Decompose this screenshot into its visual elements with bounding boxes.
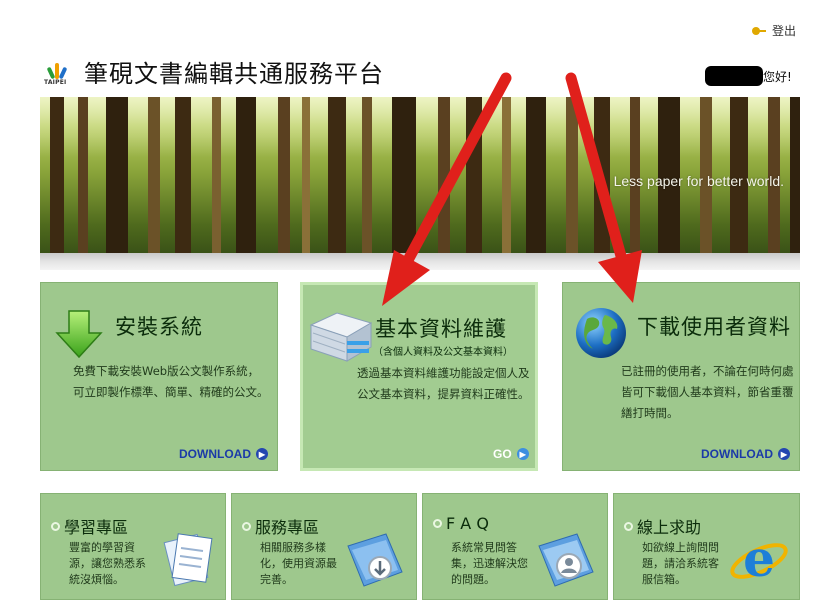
- site-title: 筆硯文書編輯共通服務平台: [84, 60, 384, 88]
- link-label: GO: [493, 447, 512, 461]
- install-download-link[interactable]: DOWNLOAD ▶: [179, 447, 268, 461]
- download-user-data-card[interactable]: 下載使用者資料 已註冊的使用者，不論在何時何處皆可下載個人基本資料，節省重覆繕打…: [562, 282, 800, 471]
- section-description: 系統常見問答集，迅速解決您的問題。: [451, 541, 528, 586]
- section-description: 豐富的學習資源，讓您熟悉系統沒煩惱。: [69, 541, 146, 586]
- globe-icon: [576, 308, 626, 358]
- card-description: 透過基本資料維護功能設定個人及公文基本資料，提昇資料正確性。: [357, 366, 530, 401]
- learning-zone-section[interactable]: 學習專區 豐富的學習資源，讓您熟悉系統沒煩惱。: [40, 493, 226, 600]
- greeting-suffix: 您好!: [763, 69, 792, 84]
- card-subtitle: （含個人資料及公文基本資料）: [373, 347, 513, 358]
- redacted-username: [705, 66, 763, 86]
- card-description: 免費下載安裝Web版公文製作系統，可立即製作標準、簡單、精確的公文。: [73, 364, 269, 399]
- logo-text: TAIPEI: [44, 79, 67, 86]
- user-greeting: 您好!: [705, 66, 792, 86]
- ie-browser-icon: e: [730, 530, 788, 588]
- section-title: F A Q: [433, 514, 489, 533]
- link-label: DOWNLOAD: [701, 447, 773, 461]
- section-description: 如欲線上詢問問題，請洽系統客服信箱。: [642, 541, 719, 586]
- section-description: 相關服務多樣化，使用資源最完善。: [260, 541, 337, 586]
- download-folder-icon: [347, 533, 403, 587]
- bullet-icon: [242, 521, 251, 531]
- down-arrow-icon: [55, 310, 103, 359]
- service-zone-section[interactable]: 服務專區 相關服務多樣化，使用資源最完善。: [231, 493, 417, 600]
- help-user-icon: [538, 533, 594, 587]
- logout-label: 登出: [772, 24, 797, 38]
- basic-data-card[interactable]: 基本資料維護 （含個人資料及公文基本資料） 透過基本資料維護功能設定個人及公文基…: [300, 282, 538, 471]
- banner-divider: [40, 253, 800, 270]
- section-title: 線上求助: [624, 514, 701, 538]
- svg-text:e: e: [743, 530, 775, 588]
- section-title-text: 服務專區: [255, 518, 320, 537]
- section-title-text: F A Q: [446, 514, 489, 533]
- bullet-icon: [624, 521, 633, 531]
- bullet-icon: [51, 521, 60, 531]
- taipei-logo: TAIPEI: [44, 58, 72, 86]
- section-title: 學習專區: [51, 514, 128, 538]
- arrow-right-icon: ▶: [516, 448, 529, 460]
- key-icon: [752, 26, 766, 35]
- file-stack-icon: [309, 312, 373, 362]
- card-title: 下載使用者資料: [637, 315, 791, 339]
- arrow-right-icon: ▶: [778, 448, 790, 460]
- card-title: 安裝系統: [115, 315, 203, 339]
- forest-banner: Less paper for better world.: [40, 97, 800, 253]
- document-icon: [163, 533, 213, 587]
- online-help-section[interactable]: 線上求助 如欲線上詢問問題，請洽系統客服信箱。 e: [613, 493, 800, 600]
- card-title: 基本資料維護: [375, 317, 507, 341]
- user-data-download-link[interactable]: DOWNLOAD ▶: [701, 447, 790, 461]
- card-description: 已註冊的使用者，不論在何時何處皆可下載個人基本資料，節省重覆繕打時間。: [621, 364, 794, 420]
- link-label: DOWNLOAD: [179, 447, 251, 461]
- section-title-text: 線上求助: [637, 518, 702, 537]
- basic-data-go-link[interactable]: GO ▶: [493, 447, 529, 461]
- install-system-card[interactable]: 安裝系統 免費下載安裝Web版公文製作系統，可立即製作標準、簡單、精確的公文。 …: [40, 282, 278, 471]
- section-title: 服務專區: [242, 514, 319, 538]
- arrow-right-icon: ▶: [256, 448, 268, 460]
- section-title-text: 學習專區: [64, 518, 129, 537]
- banner-tagline: Less paper for better world.: [613, 173, 784, 189]
- faq-section[interactable]: F A Q 系統常見問答集，迅速解決您的問題。: [422, 493, 608, 600]
- logout-link[interactable]: 登出: [752, 22, 796, 39]
- bullet-icon: [433, 519, 442, 528]
